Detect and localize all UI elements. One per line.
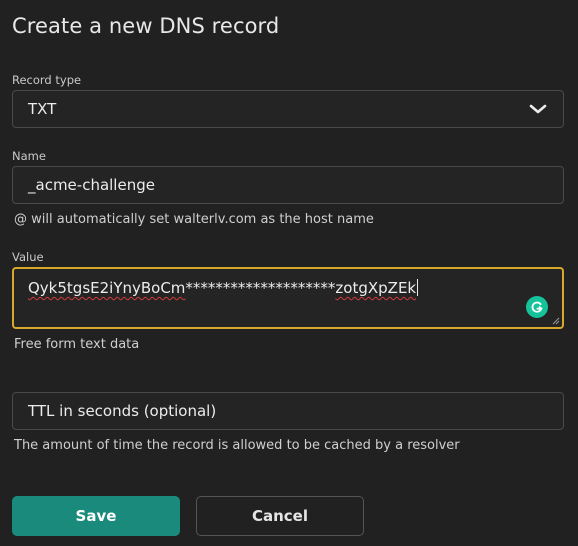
- dialog-title: Create a new DNS record: [12, 14, 280, 38]
- name-label: Name: [12, 149, 46, 163]
- value-text-masked: ********************: [185, 279, 336, 297]
- ttl-hint: The amount of time the record is allowed…: [14, 438, 460, 453]
- value-label: Value: [12, 250, 44, 264]
- resize-handle-icon[interactable]: [552, 317, 560, 325]
- grammarly-g-glyph: [531, 301, 543, 313]
- value-textarea[interactable]: Qyk5tgsE2iYnyBoCm********************zot…: [12, 267, 564, 329]
- name-hint: @ will automatically set walterlv.com as…: [14, 212, 374, 227]
- value-textarea-text: Qyk5tgsE2iYnyBoCm********************zot…: [28, 279, 419, 297]
- record-type-selected-value: TXT: [28, 100, 57, 118]
- value-text-part2: zotgXpZEk: [335, 279, 417, 297]
- ttl-placeholder: TTL in seconds (optional): [28, 402, 217, 420]
- ttl-input[interactable]: TTL in seconds (optional): [12, 392, 564, 430]
- save-button[interactable]: Save: [12, 496, 180, 536]
- chevron-down-icon: [529, 104, 547, 114]
- value-hint: Free form text data: [14, 337, 140, 352]
- name-input-value: _acme-challenge: [28, 176, 155, 194]
- record-type-label: Record type: [12, 73, 82, 87]
- cancel-button[interactable]: Cancel: [196, 496, 364, 536]
- text-caret: [417, 279, 419, 296]
- grammarly-icon[interactable]: [526, 296, 548, 318]
- create-dns-record-dialog: Create a new DNS record Record type TXT …: [0, 0, 578, 546]
- record-type-select[interactable]: TXT: [12, 90, 564, 128]
- value-text-part1: Qyk5tgsE2iYnyBoCm: [28, 279, 186, 297]
- name-input[interactable]: _acme-challenge: [12, 166, 564, 204]
